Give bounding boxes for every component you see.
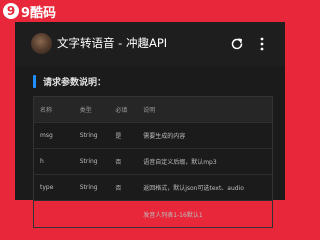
param-desc: 需要生成的内容 (143, 133, 186, 140)
param-type: String (79, 184, 98, 191)
param-required: 否 (115, 159, 122, 166)
param-name: h (40, 158, 44, 165)
param-name: type (40, 184, 54, 191)
table-header-row: 名称 类型 必填 说明 (34, 97, 272, 123)
header-name: 名称 (40, 107, 53, 114)
params-table: 名称 类型 必填 说明 msg String 是 需要生成的内容 h Strin… (33, 96, 273, 228)
param-required: 是 (115, 133, 122, 140)
param-desc: 发音人列表1-16默认1 (143, 211, 203, 219)
param-type: String (79, 132, 98, 139)
avatar (31, 33, 52, 54)
table-row: type String 否 返回格式，默认json可选text、audio (34, 175, 272, 201)
param-name: msg (40, 132, 53, 139)
site-topbar: 9 9酷码 (0, 0, 300, 22)
table-row: h String 否 语音自定义后缀，默认mp3 (34, 149, 272, 175)
section-accent-bar (33, 74, 36, 88)
table-row: 发音人列表1-16默认1 (34, 201, 272, 227)
param-desc: 语音自定义后缀，默认mp3 (143, 159, 217, 166)
param-desc: 返回格式，默认json可选text、audio (143, 185, 244, 192)
app-title: 文字转语音 - 冲趣API (57, 36, 168, 50)
app-header: 文字转语音 - 冲趣API (15, 22, 285, 66)
section-title: 请求参数说明： (43, 77, 107, 88)
site-brand[interactable]: 9 9酷码 (3, 2, 57, 21)
more-vertical-icon[interactable] (259, 36, 265, 52)
param-required: 否 (115, 185, 122, 192)
brand-logo: 9 (3, 3, 19, 19)
brand-name: 9酷码 (21, 5, 57, 21)
param-type: String (79, 158, 98, 165)
header-desc: 说明 (143, 107, 156, 114)
refresh-icon[interactable] (230, 37, 244, 51)
section-header: 请求参数说明： (33, 74, 106, 88)
header-type: 类型 (79, 107, 92, 114)
table-row: msg String 是 需要生成的内容 (34, 123, 272, 149)
header-required: 必填 (115, 107, 128, 114)
